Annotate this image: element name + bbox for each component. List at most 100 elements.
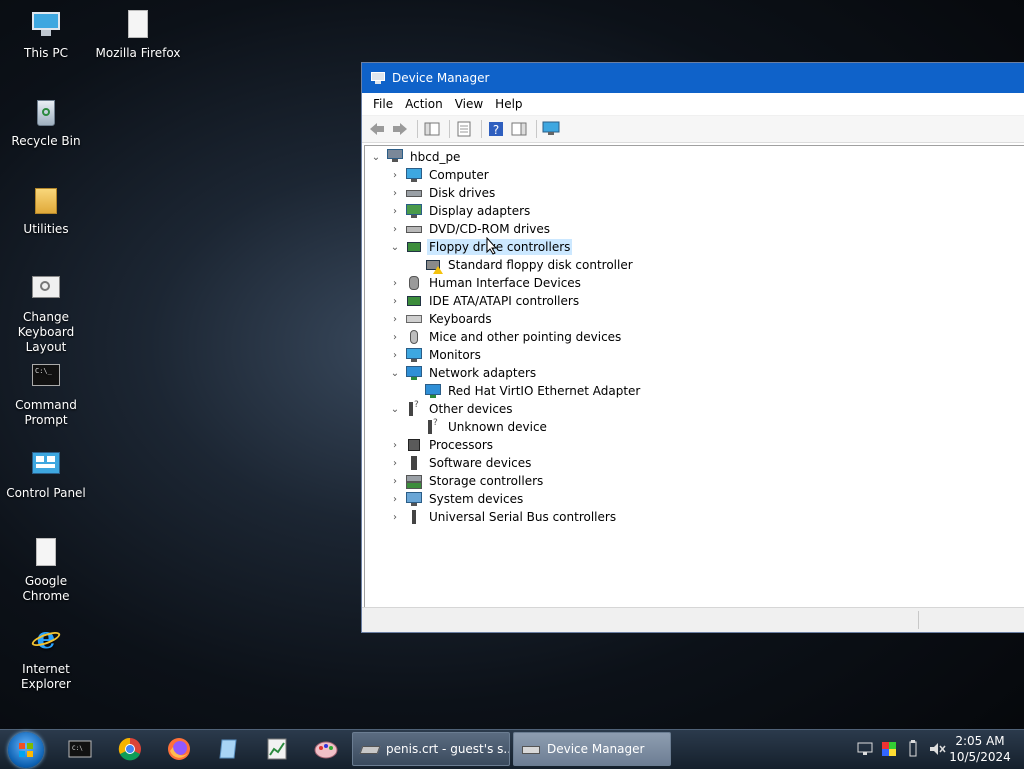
network-tray-icon[interactable] [856, 740, 874, 758]
tree-item-red-hat-virtio-ethernet-adapter[interactable]: Red Hat VirtIO Ethernet Adapter [421, 382, 642, 400]
expand-arrow-icon[interactable]: › [388, 492, 402, 506]
tree-item-unknown-device[interactable]: ? Unknown device [421, 418, 549, 436]
tree-item-processors[interactable]: › Processors [388, 436, 495, 454]
tree-item-usb-controllers[interactable]: › Universal Serial Bus controllers [388, 508, 618, 526]
expand-arrow-icon[interactable]: › [388, 294, 402, 308]
settings-window-icon [29, 272, 63, 306]
expand-arrow-icon[interactable]: › [388, 456, 402, 470]
menu-action[interactable]: Action [399, 97, 449, 111]
tree-item-computer[interactable]: › Computer [388, 166, 491, 184]
volume-muted-icon[interactable] [928, 740, 946, 758]
desktop-icon-label: This PC [24, 46, 68, 60]
unknown-device-icon: ? [406, 400, 422, 417]
expand-arrow-icon[interactable]: › [388, 276, 402, 290]
toolbar-separator [417, 120, 418, 138]
monitor-icon [406, 347, 422, 363]
device-tree[interactable]: ⌄ hbcd_pe › Computer › Disk drives › Dis… [364, 145, 1024, 608]
tree-item-label: Display adapters [429, 204, 531, 218]
file-icon [121, 8, 155, 42]
desktop-icon-google-chrome[interactable]: Google Chrome [0, 536, 92, 604]
expand-arrow-icon[interactable]: › [388, 348, 402, 362]
tree-item-mice[interactable]: › Mice and other pointing devices [388, 328, 623, 346]
desktop-icon-this-pc[interactable]: This PC [0, 8, 92, 61]
tree-item-label: Monitors [429, 348, 481, 362]
tree-item-system-devices[interactable]: › System devices [388, 490, 525, 508]
system-clock[interactable]: 2:05 AM 10/5/2024 [948, 733, 1012, 765]
collapse-arrow-icon[interactable]: ⌄ [369, 150, 383, 164]
show-hide-tree-button[interactable] [422, 119, 442, 139]
back-button[interactable] [367, 119, 387, 139]
expand-arrow-icon[interactable]: › [388, 186, 402, 200]
tree-item-standard-floppy-disk-controller[interactable]: Standard floppy disk controller [421, 256, 635, 274]
start-button[interactable] [8, 732, 44, 768]
properties-button[interactable] [454, 119, 474, 139]
floppy-controller-icon [406, 239, 422, 255]
pinned-notepad[interactable] [215, 736, 241, 762]
desktop-icon-command-prompt[interactable]: C:\_ Command Prompt [0, 360, 92, 428]
menu-help[interactable]: Help [489, 97, 528, 111]
help-button[interactable]: ? [486, 119, 506, 139]
title-bar[interactable]: Device Manager [362, 63, 1024, 93]
desktop-icon-internet-explorer[interactable]: e Internet Explorer [0, 624, 92, 692]
tree-item-display-adapters[interactable]: › Display adapters [388, 202, 532, 220]
pinned-paint[interactable] [313, 736, 339, 762]
console-tree-icon [424, 122, 440, 136]
tree-item-label: Network adapters [429, 366, 537, 380]
expand-arrow-icon[interactable]: › [388, 438, 402, 452]
tree-item-human-interface-devices[interactable]: › Human Interface Devices [388, 274, 583, 292]
pinned-chrome[interactable] [117, 736, 143, 762]
desktop-icon-label: Internet Explorer [21, 662, 71, 691]
desktop-icon-utilities[interactable]: Utilities [0, 184, 92, 237]
menu-view[interactable]: View [449, 97, 489, 111]
back-arrow-icon [370, 123, 384, 135]
command-prompt-icon: C:\ [68, 740, 92, 758]
tree-item-label: Storage controllers [429, 474, 544, 488]
device-manager-window[interactable]: Device Manager File Action View Help ? ⌄… [361, 62, 1024, 633]
taskbar-button-putty[interactable]: penis.crt - guest's s... [352, 732, 510, 766]
clock-time: 2:05 AM [955, 734, 1005, 748]
tree-item-floppy-drive-controllers[interactable]: ⌄ Floppy drive controllers [388, 238, 573, 256]
storage-controller-icon [406, 473, 422, 489]
taskbar-button-device-manager[interactable]: Device Manager [513, 732, 671, 766]
desktop-icon-mozilla-firefox[interactable]: Mozilla Firefox [92, 8, 184, 61]
pinned-task-manager[interactable] [264, 736, 290, 762]
expand-arrow-icon[interactable]: › [388, 204, 402, 218]
command-prompt-icon: C:\_ [29, 360, 63, 394]
desktop-icon-change-keyboard-layout[interactable]: Change Keyboard Layout [0, 272, 92, 355]
network-adapter-icon [425, 383, 441, 399]
desktop-icon-recycle-bin[interactable]: Recycle Bin [0, 96, 92, 149]
collapse-arrow-icon[interactable]: ⌄ [388, 240, 402, 254]
tree-item-disk-drives[interactable]: › Disk drives [388, 184, 497, 202]
action-pane-button[interactable] [509, 119, 529, 139]
tree-item-label: Mice and other pointing devices [429, 330, 622, 344]
tree-item-network-adapters[interactable]: ⌄ Network adapters [388, 364, 538, 382]
expand-arrow-icon[interactable]: › [388, 312, 402, 326]
pinned-firefox[interactable] [166, 736, 192, 762]
tree-item-dvd-cd-rom-drives[interactable]: › DVD/CD-ROM drives [388, 220, 552, 238]
forward-button[interactable] [390, 119, 410, 139]
tree-root[interactable]: ⌄ hbcd_pe [369, 148, 462, 166]
desktop-icon-label: Google Chrome [22, 574, 70, 603]
recycle-bin-icon [29, 96, 63, 130]
usb-drive-tray-icon[interactable] [904, 740, 922, 758]
tree-item-storage-controllers[interactable]: › Storage controllers [388, 472, 545, 490]
expand-arrow-icon[interactable]: › [388, 510, 402, 524]
pinned-command-prompt[interactable]: C:\ [67, 736, 93, 762]
expand-arrow-icon[interactable]: › [388, 474, 402, 488]
desktop-icon-label: Mozilla Firefox [95, 46, 181, 60]
tree-item-software-devices[interactable]: › Software devices [388, 454, 533, 472]
tree-item-ide-ata-atapi-controllers[interactable]: › IDE ATA/ATAPI controllers [388, 292, 581, 310]
tree-item-monitors[interactable]: › Monitors [388, 346, 483, 364]
expand-arrow-icon[interactable]: › [388, 222, 402, 236]
tree-item-keyboards[interactable]: › Keyboards [388, 310, 494, 328]
collapse-arrow-icon[interactable]: ⌄ [388, 366, 402, 380]
color-palette-tray-icon[interactable] [880, 740, 898, 758]
menu-file[interactable]: File [367, 97, 399, 111]
expand-arrow-icon[interactable]: › [388, 330, 402, 344]
scan-hardware-button[interactable] [541, 119, 561, 139]
firefox-icon [168, 738, 190, 760]
expand-arrow-icon[interactable]: › [388, 168, 402, 182]
collapse-arrow-icon[interactable]: ⌄ [388, 402, 402, 416]
tree-item-other-devices[interactable]: ⌄ ? Other devices [388, 400, 515, 418]
desktop-icon-control-panel[interactable]: Control Panel [0, 448, 92, 501]
